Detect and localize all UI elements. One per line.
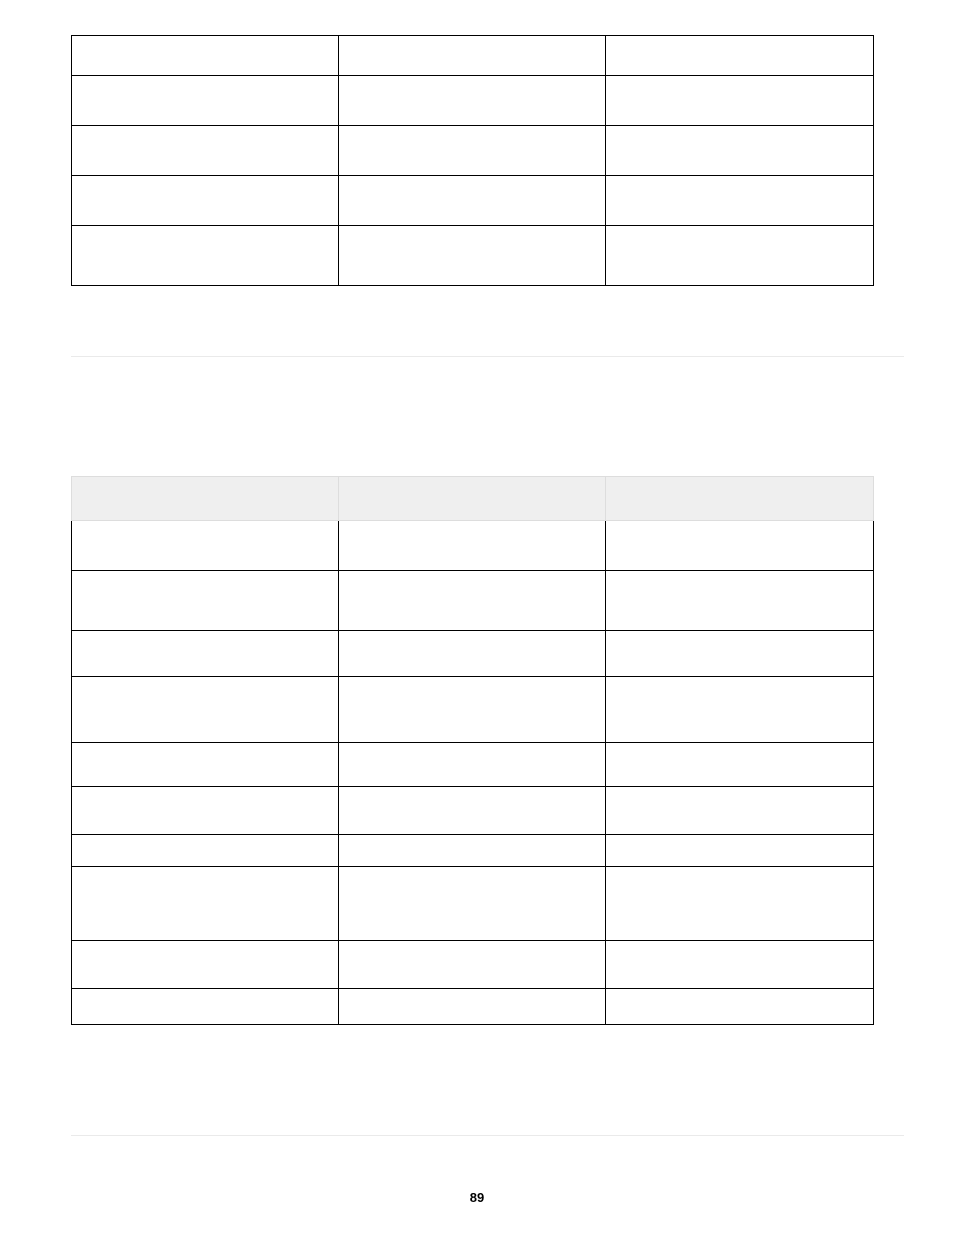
table-cell: [606, 787, 874, 835]
table-cell: [338, 835, 606, 867]
table-cell: [72, 743, 339, 787]
table-cell: [72, 631, 339, 677]
table-header-cell: [338, 477, 606, 521]
table-cell: [72, 677, 339, 743]
table-cell: [338, 867, 606, 941]
table-row: [72, 176, 874, 226]
table-cell: [338, 631, 606, 677]
table-row: [72, 677, 874, 743]
table-cell: [72, 521, 339, 571]
table-cell: [606, 36, 874, 76]
table-row: [72, 835, 874, 867]
table-row: [72, 226, 874, 286]
table-cell: [72, 787, 339, 835]
table-cell: [338, 521, 606, 571]
table-cell: [606, 571, 874, 631]
section-divider: [71, 356, 904, 357]
table-row: [72, 36, 874, 76]
table-header-row: [72, 477, 874, 521]
table-cell: [606, 126, 874, 176]
table-cell: [606, 743, 874, 787]
table-row: [72, 631, 874, 677]
table-row: [72, 571, 874, 631]
table-cell: [72, 867, 339, 941]
table-cell: [338, 941, 606, 989]
table-cell: [72, 571, 339, 631]
table-row: [72, 76, 874, 126]
table-cell: [338, 571, 606, 631]
table-cell: [606, 176, 874, 226]
table-cell: [606, 226, 874, 286]
table-row: [72, 989, 874, 1025]
table-cell: [606, 677, 874, 743]
table-row: [72, 743, 874, 787]
table-row: [72, 941, 874, 989]
table-cell: [606, 867, 874, 941]
table-cell: [72, 941, 339, 989]
table-cell: [72, 76, 339, 126]
table-cell: [606, 989, 874, 1025]
table-cell: [338, 989, 606, 1025]
table-cell: [606, 521, 874, 571]
table-row: [72, 867, 874, 941]
table-row: [72, 521, 874, 571]
page-number: 89: [0, 1190, 954, 1205]
table-cell: [606, 631, 874, 677]
table-row: [72, 126, 874, 176]
table-cell: [338, 76, 606, 126]
table-cell: [338, 176, 606, 226]
table-cell: [338, 226, 606, 286]
table-row: [72, 787, 874, 835]
table-cell: [338, 126, 606, 176]
table-cell: [606, 941, 874, 989]
table-cell: [72, 36, 339, 76]
table-2: [71, 476, 874, 1025]
table-1: [71, 35, 874, 286]
table-header-cell: [72, 477, 339, 521]
document-page: 89: [0, 0, 954, 1235]
table-cell: [72, 835, 339, 867]
table-cell: [72, 989, 339, 1025]
table-cell: [72, 126, 339, 176]
table-cell: [338, 787, 606, 835]
table-header-cell: [606, 477, 874, 521]
table-cell: [338, 677, 606, 743]
section-divider: [71, 1135, 904, 1136]
table-cell: [72, 176, 339, 226]
table-cell: [338, 743, 606, 787]
table-cell: [338, 36, 606, 76]
table-cell: [606, 835, 874, 867]
table-cell: [72, 226, 339, 286]
table-cell: [606, 76, 874, 126]
